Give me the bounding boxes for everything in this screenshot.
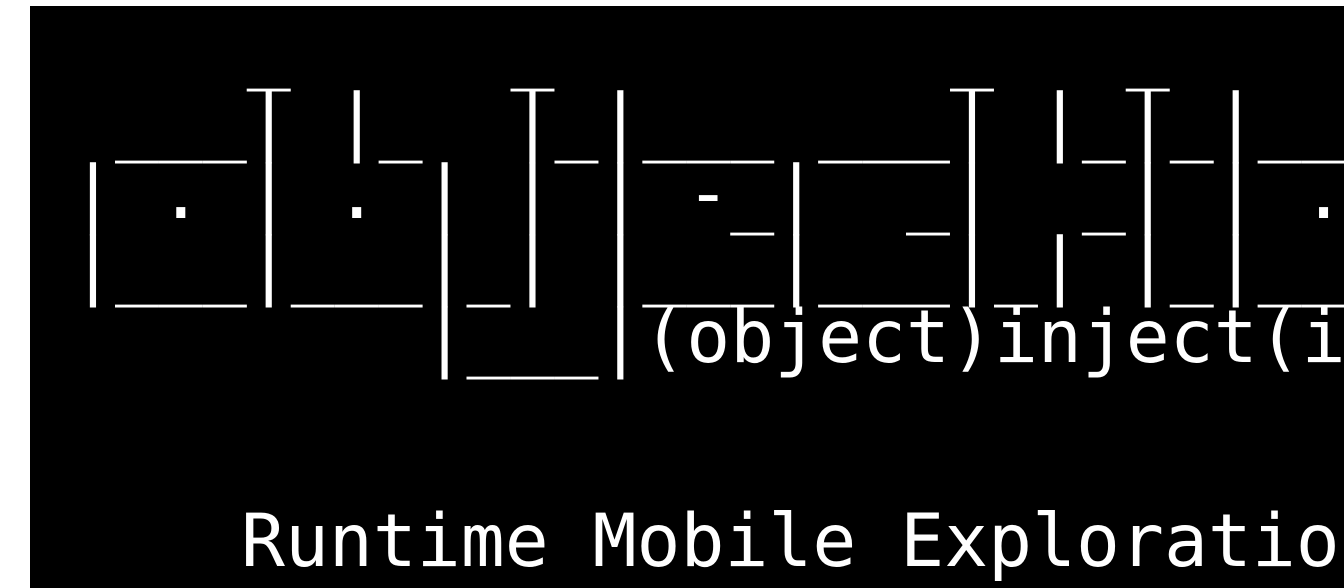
ascii-art-banner: _ _ _ _ ___| |_ |_|___ ___| |_|_|___ ___… (71, 13, 1344, 374)
terminal-window: _ _ _ _ ___| |_ |_|___ ___| |_|_|___ ___… (30, 6, 1344, 588)
tagline-text: Runtime Mobile Exploration (241, 499, 1344, 584)
banner-line-5: |___|(object)inject(ion) (71, 295, 1344, 380)
